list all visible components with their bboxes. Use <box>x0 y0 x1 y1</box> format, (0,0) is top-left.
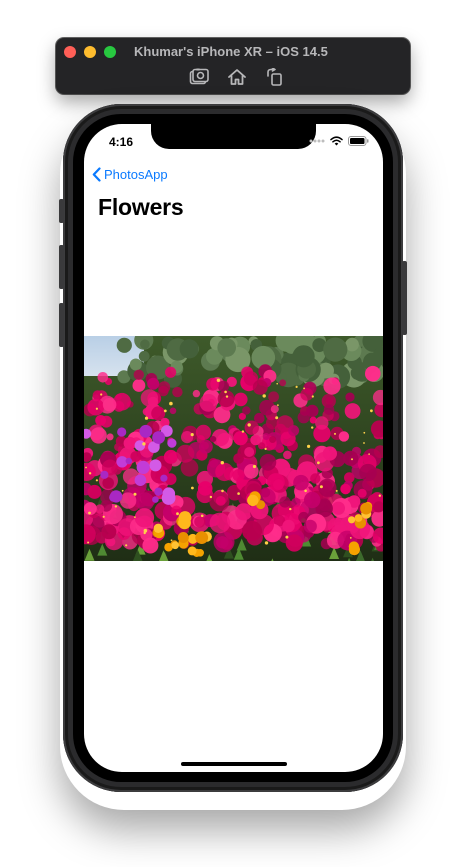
device-screen: 4:16 PhotosApp Flowers <box>84 124 383 772</box>
flower-photo <box>84 336 383 561</box>
screenshot-button[interactable] <box>188 66 210 88</box>
status-time: 4:16 <box>109 135 134 149</box>
chevron-left-icon <box>92 167 101 182</box>
volume-down-button <box>59 303 64 347</box>
simulator-toolbar <box>188 66 286 88</box>
rotate-icon <box>267 68 282 86</box>
zoom-window-button[interactable] <box>104 46 116 58</box>
home-icon <box>228 69 246 85</box>
silent-switch <box>59 199 64 223</box>
home-button[interactable] <box>226 66 248 88</box>
simulator-window-bar: Khumar's iPhone XR – iOS 14.5 <box>56 38 410 94</box>
rotate-button[interactable] <box>264 66 286 88</box>
minimize-window-button[interactable] <box>84 46 96 58</box>
page-title: Flowers <box>98 194 184 220</box>
signal-dots-icon <box>309 139 325 143</box>
power-button <box>402 261 407 335</box>
battery-icon <box>348 136 369 146</box>
simulator-title: Khumar's iPhone XR – iOS 14.5 <box>134 44 328 59</box>
back-button-label: PhotosApp <box>104 167 168 182</box>
wifi-icon <box>330 136 343 146</box>
status-icons <box>309 136 369 146</box>
stage: Khumar's iPhone XR – iOS 14.5 4:16 Photo… <box>0 0 466 867</box>
close-window-button[interactable] <box>64 46 76 58</box>
screenshot-icon <box>189 68 209 85</box>
volume-up-button <box>59 245 64 289</box>
home-indicator[interactable] <box>181 762 287 766</box>
notch <box>151 124 316 149</box>
back-button[interactable]: PhotosApp <box>92 167 168 182</box>
flower-photo-image <box>84 336 383 561</box>
